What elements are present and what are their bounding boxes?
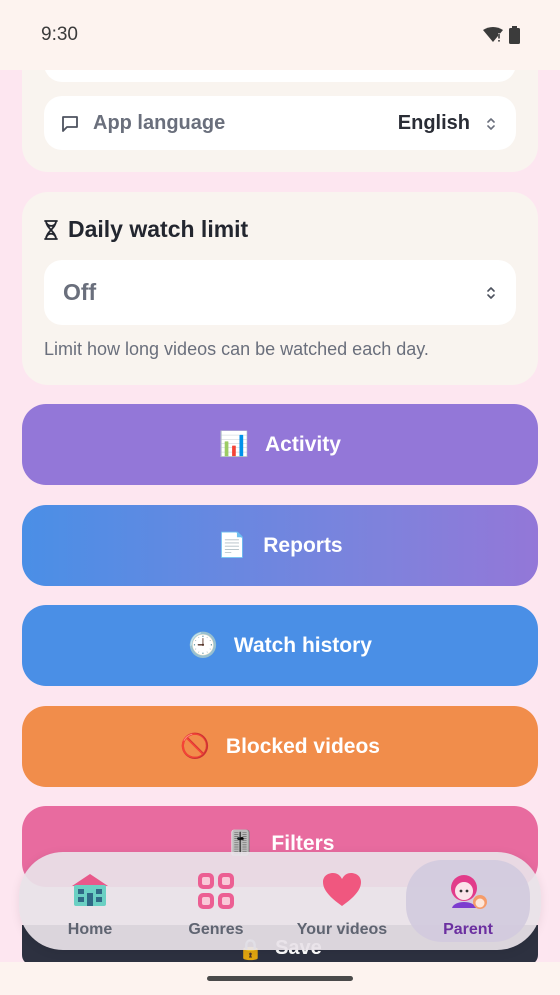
house-icon bbox=[72, 874, 108, 906]
daily-watch-limit-heading: Daily watch limit bbox=[68, 216, 249, 242]
chat-bubble-icon bbox=[62, 116, 78, 132]
nav-your-videos-label: Your videos bbox=[296, 921, 388, 938]
blocked-videos-label: Blocked videos bbox=[225, 734, 380, 758]
nav-genres[interactable]: Genres bbox=[154, 860, 278, 942]
parent-avatar-icon bbox=[451, 875, 487, 909]
document-icon: 📄 bbox=[217, 531, 248, 559]
nav-parent-label: Parent bbox=[443, 921, 493, 938]
system-navigation-bar bbox=[0, 962, 560, 995]
bar-chart-icon: 📊 bbox=[219, 430, 250, 458]
heart-icon bbox=[323, 873, 361, 906]
watch-limit-select[interactable]: Off bbox=[44, 260, 516, 325]
blocked-videos-button[interactable]: 🚫 Blocked videos bbox=[22, 706, 538, 787]
home-indicator[interactable] bbox=[207, 976, 353, 981]
wifi-icon bbox=[483, 27, 503, 42]
app-language-selector[interactable]: App language English bbox=[44, 96, 516, 150]
battery-icon bbox=[509, 26, 520, 44]
status-bar: 9:30 bbox=[0, 0, 560, 70]
nav-genres-label: Genres bbox=[188, 921, 244, 938]
watch-history-button[interactable]: 🕘 Watch history bbox=[22, 605, 538, 686]
nav-parent[interactable]: Parent bbox=[406, 860, 530, 942]
reports-label: Reports bbox=[263, 533, 343, 557]
chevron-up-down-icon bbox=[487, 118, 495, 130]
chevron-up-down-icon bbox=[487, 287, 495, 299]
daily-watch-limit-title: Daily watch limit bbox=[44, 216, 248, 243]
app-language-value: English bbox=[397, 112, 470, 134]
bottom-navigation: Home Genres Your videos Parent bbox=[19, 852, 541, 950]
activity-label: Activity bbox=[265, 432, 341, 456]
clock-icon: 🕘 bbox=[188, 631, 218, 659]
activity-button[interactable]: 📊 Activity bbox=[22, 404, 538, 485]
grid-icon bbox=[198, 873, 234, 909]
nav-home[interactable]: Home bbox=[28, 860, 152, 942]
settings-scroll-area[interactable]: App language English Daily watch limit O… bbox=[0, 0, 560, 995]
nav-your-videos[interactable]: Your videos bbox=[280, 860, 404, 942]
watch-limit-selected-value: Off bbox=[63, 279, 97, 305]
nav-home-label: Home bbox=[67, 921, 113, 938]
status-time: 9:30 bbox=[41, 24, 78, 45]
watch-limit-helper-text: Limit how long videos can be watched eac… bbox=[44, 339, 429, 359]
app-language-label: App language bbox=[93, 112, 226, 134]
reports-button[interactable]: 📄 Reports bbox=[22, 505, 538, 586]
hourglass-icon bbox=[44, 219, 58, 240]
no-entry-icon: 🚫 bbox=[180, 732, 210, 760]
daily-watch-limit-card: Daily watch limit Off Limit how long vid… bbox=[22, 192, 538, 385]
watch-history-label: Watch history bbox=[233, 633, 372, 657]
status-icons bbox=[483, 26, 520, 44]
